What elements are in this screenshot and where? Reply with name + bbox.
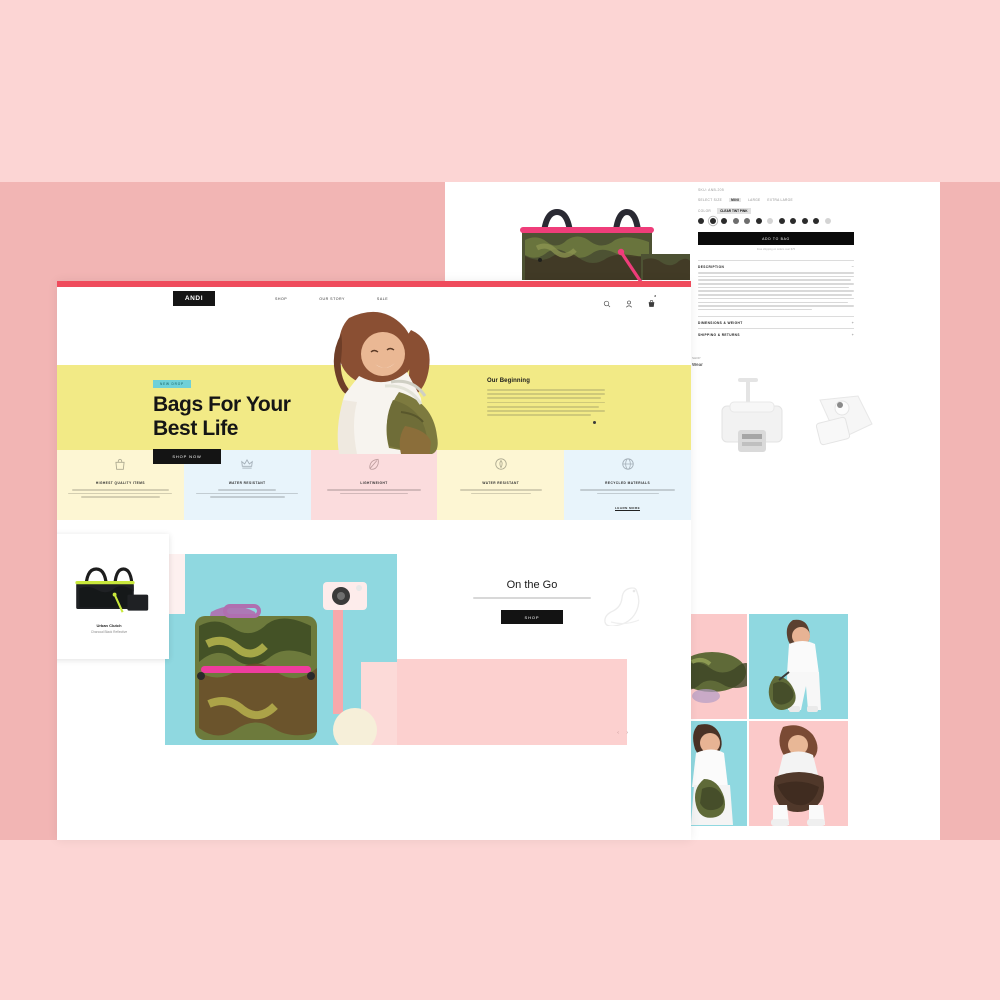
grid-image-woman-duffel[interactable] [749, 614, 848, 719]
color-swatch[interactable] [778, 218, 785, 224]
color-swatch[interactable] [790, 218, 796, 224]
cart-badge-count: 2 [654, 293, 656, 298]
our-beginning-block: Our Beginning [487, 378, 605, 424]
feature-title: LIGHTWEIGHT [360, 481, 388, 485]
color-swatch[interactable] [721, 218, 727, 224]
color-swatch-grid[interactable] [698, 218, 888, 224]
hero-copy: NEW DROP Bags For Your Best Life SHOP NO… [153, 372, 363, 465]
on-the-go-title: On the Go [506, 579, 558, 591]
accordion-title: DIMENSIONS & WEIGHT [698, 320, 743, 325]
plus-icon[interactable]: + [852, 320, 854, 325]
color-swatch[interactable] [824, 218, 831, 224]
gallery-caption-small: SHOP [692, 355, 701, 360]
feature-card-recycled[interactable]: RECYCLED MATERIALS LEARN MORE [564, 450, 691, 520]
color-swatch[interactable] [732, 218, 739, 224]
camo-tote-pink-trim-photo [445, 182, 695, 282]
feature-title: RECYCLED MATERIALS [605, 481, 651, 485]
color-header: COLOR CLEAR TINT PINK [698, 208, 932, 214]
grid-image-woman-seated[interactable] [749, 721, 848, 826]
header-icon-group[interactable]: 2 [603, 293, 656, 307]
size-option-extra-large[interactable]: EXTRA LARGE [767, 198, 792, 202]
accordion-shipping-header[interactable]: SHIPPING & RETURNS + [698, 332, 854, 337]
accordion-dimensions[interactable]: DIMENSIONS & WEIGHT + [698, 315, 854, 328]
color-swatch[interactable] [755, 218, 762, 224]
accordion-description-body [698, 272, 854, 311]
bag-diagram-illustration[interactable] [716, 377, 788, 458]
grid-image-woman-camo-bag[interactable] [690, 721, 747, 826]
accordion-title: DESCRIPTION [698, 265, 725, 269]
feature-title: WATER RESISTANT [228, 481, 266, 485]
swan-decoration-icon [604, 587, 640, 626]
color-swatch[interactable] [801, 218, 808, 224]
urban-clutch-tote-photo [75, 567, 149, 613]
shield-icon [495, 458, 507, 470]
shipping-note: Free shipping on orders over $75 [756, 248, 796, 251]
color-swatch[interactable] [813, 218, 819, 224]
gallery-caption-large: Wear [692, 361, 703, 367]
hero-headline-line2: Best Life [153, 416, 239, 440]
minus-icon[interactable]: − [852, 265, 854, 269]
product-card-name: Urban Clutch [96, 623, 122, 628]
bag-icon [115, 458, 125, 470]
add-to-bag-button[interactable]: ADD TO BAG [698, 232, 854, 245]
on-the-go-shop-button[interactable]: SHOP [501, 610, 563, 624]
bag-tag-illustration[interactable] [812, 394, 880, 456]
carousel-arrows[interactable]: ‹ › [617, 730, 631, 736]
nav-item-sale[interactable]: SALE [377, 297, 388, 301]
nav-item-shop[interactable]: SHOP [275, 297, 287, 301]
size-option-mini[interactable]: MINI [729, 198, 742, 202]
lifestyle-image-grid [690, 614, 940, 829]
learn-more-link[interactable]: LEARN MORE [615, 506, 641, 512]
accordion-shipping[interactable]: SHIPPING & RETURNS + [698, 327, 854, 340]
nav-item-our-story[interactable]: OUR STORY [319, 297, 345, 301]
grid-image-camo-duffel[interactable] [690, 614, 747, 719]
color-swatch-selected[interactable] [709, 218, 716, 224]
brand-logo[interactable]: ANDI [173, 291, 215, 306]
selected-color-name: CLEAR TINT PINK [717, 208, 751, 214]
feature-title: HIGHEST QUALITY ITEMS [95, 481, 145, 485]
product-card-urban-clutch[interactable]: Urban Clutch Charcoal Black Reflective [57, 534, 169, 659]
account-icon[interactable] [625, 295, 633, 307]
hero-headline-line1: Bags For Your [153, 393, 291, 416]
product-detail-page[interactable]: SKU: ANB-205 SELECT SIZE MINI LARGE EXTR… [690, 182, 940, 840]
home-page[interactable]: ANDI SHOP OUR STORY SALE 2 NEW DROP Bags… [57, 281, 691, 840]
color-swatch[interactable] [698, 218, 704, 224]
plus-icon[interactable]: + [852, 332, 854, 337]
on-the-go-subtitle [473, 597, 591, 599]
lifestyle-camo-backpack-photo[interactable] [165, 554, 397, 745]
feature-title: WATER RESISTANT [482, 481, 520, 485]
carousel-dot[interactable] [593, 420, 596, 424]
hero-section: NEW DROP Bags For Your Best Life SHOP NO… [57, 310, 691, 465]
our-beginning-title: Our Beginning [487, 378, 530, 384]
promo-pink-block [397, 659, 627, 745]
accordion-dimensions-header[interactable]: DIMENSIONS & WEIGHT + [698, 320, 854, 325]
search-icon[interactable] [603, 295, 611, 307]
product-card-subtitle: Charcoal Black Reflective [90, 630, 128, 634]
hero-shop-now-button[interactable]: SHOP NOW [153, 449, 221, 465]
product-sku: SKU: ANB-205 [698, 188, 725, 192]
accordion-description-header[interactable]: DESCRIPTION − [698, 265, 854, 270]
main-navigation[interactable]: SHOP OUR STORY SALE [275, 297, 388, 301]
cart-icon[interactable]: 2 [647, 293, 656, 307]
top-product-image-panel [445, 182, 695, 282]
size-label: SELECT SIZE [698, 198, 723, 202]
color-label: COLOR [698, 209, 712, 213]
color-swatch[interactable] [767, 218, 773, 224]
backdrop-band-top-left [0, 0, 445, 182]
globe-icon [621, 458, 634, 470]
size-option-large[interactable]: LARGE [748, 198, 760, 202]
lower-section: Urban Clutch Charcoal Black Reflective O… [57, 520, 691, 745]
hero-badge: NEW DROP [153, 380, 191, 388]
feather-icon [369, 458, 379, 470]
size-selector[interactable]: SELECT SIZE MINI LARGE EXTRA LARGE [698, 198, 932, 202]
accordion-description[interactable]: DESCRIPTION − [698, 260, 854, 316]
backdrop-band-bottom [0, 840, 1000, 1000]
on-the-go-section: On the Go SHOP [397, 554, 667, 649]
color-swatch[interactable] [744, 218, 750, 224]
accordion-title: SHIPPING & RETURNS [698, 332, 740, 337]
product-illustration-gallery: SHOP Wear [690, 356, 940, 506]
feature-card-water-resistant-2[interactable]: WATER RESISTANT [437, 450, 565, 520]
